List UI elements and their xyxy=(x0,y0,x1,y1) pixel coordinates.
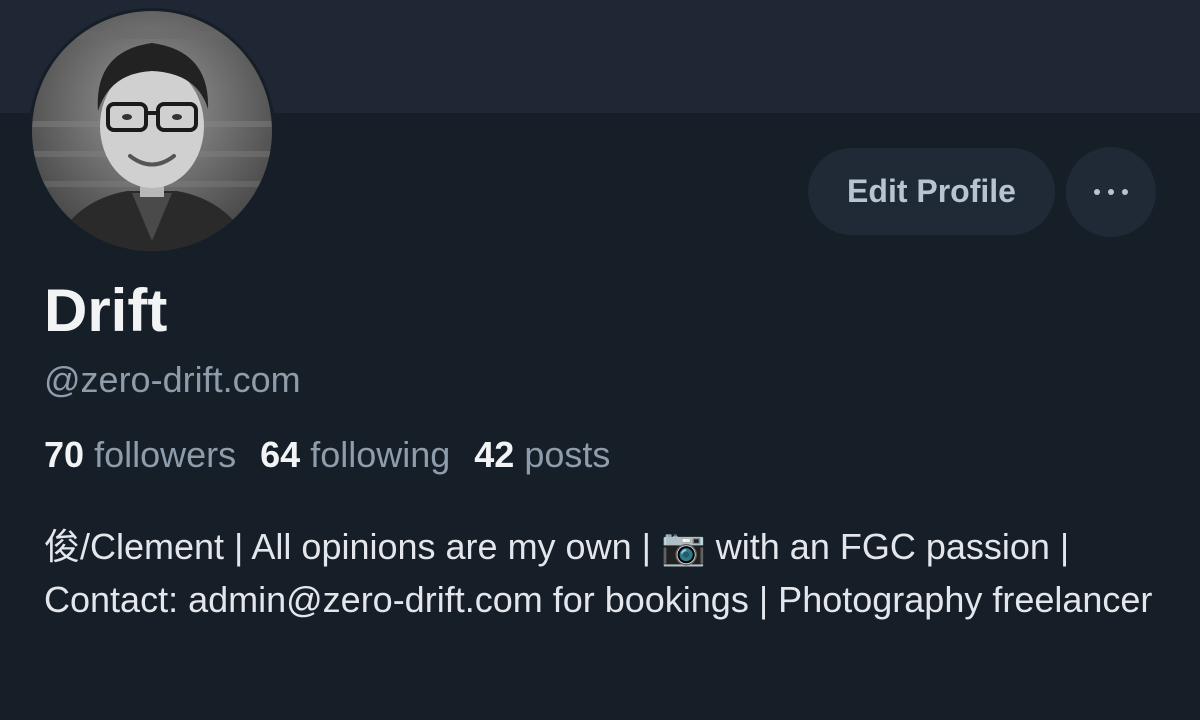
following-stat[interactable]: 64 following xyxy=(260,433,450,477)
avatar[interactable] xyxy=(29,8,275,254)
posts-stat[interactable]: 42 posts xyxy=(474,433,610,477)
display-name: Drift xyxy=(44,277,168,344)
followers-label: followers xyxy=(94,434,237,475)
avatar-photo xyxy=(32,11,272,251)
followers-stat[interactable]: 70 followers xyxy=(44,433,236,477)
followers-count: 70 xyxy=(44,434,85,475)
more-horizontal-icon xyxy=(1094,189,1128,195)
edit-profile-button[interactable]: Edit Profile xyxy=(808,148,1055,235)
profile-bio: 俊/Clement | All opinions are my own | 📷 … xyxy=(44,526,1153,620)
posts-count: 42 xyxy=(474,434,515,475)
profile-stats: 70 followers 64 following 42 posts xyxy=(44,433,610,477)
following-label: following xyxy=(310,434,451,475)
more-options-button[interactable] xyxy=(1066,147,1156,237)
posts-label: posts xyxy=(524,434,611,475)
following-count: 64 xyxy=(260,434,301,475)
profile-handle: @zero-drift.com xyxy=(44,359,301,400)
